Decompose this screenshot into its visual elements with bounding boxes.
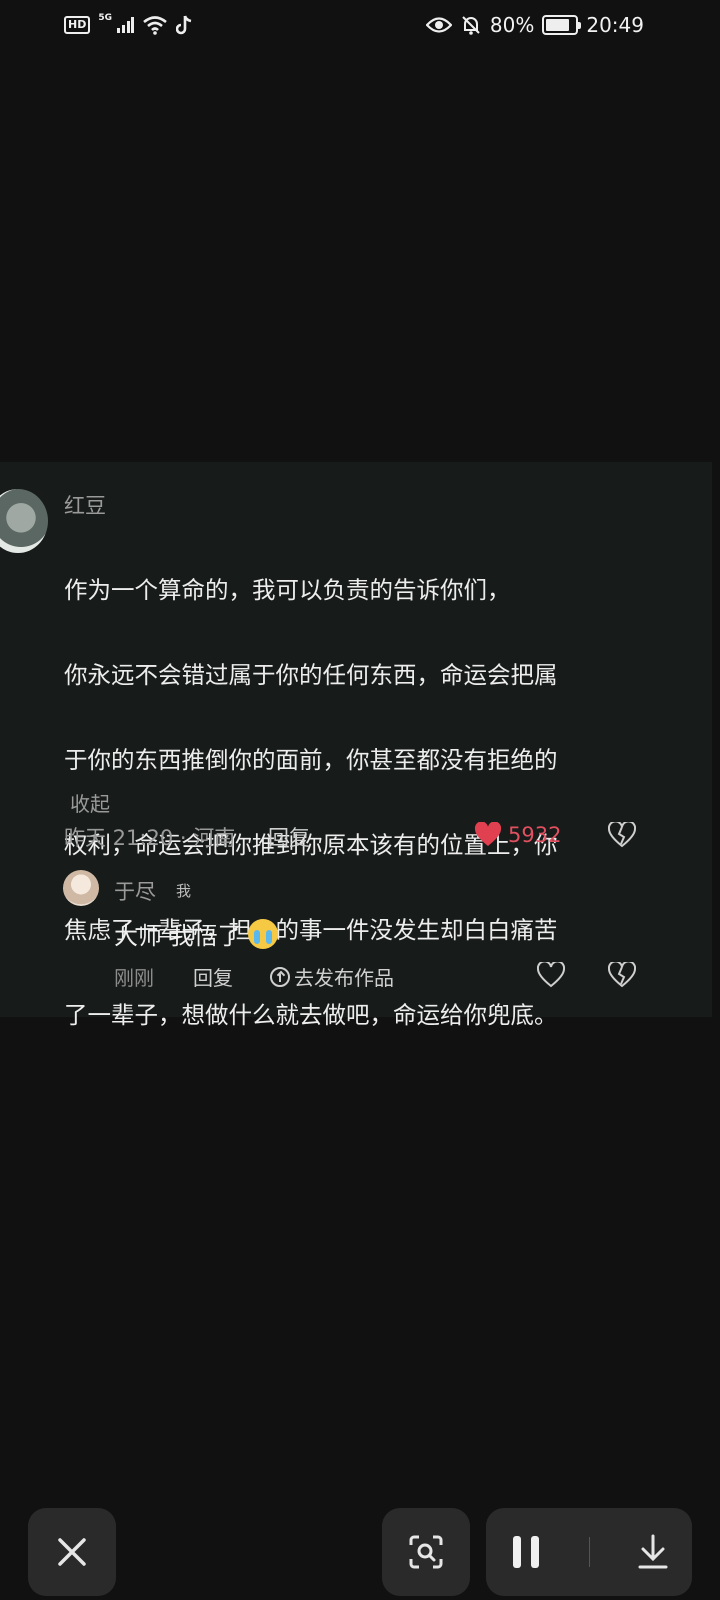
- clock: 20:49: [586, 13, 644, 37]
- broken-heart-icon[interactable]: [608, 962, 636, 988]
- publish-label: 去发布作品: [294, 966, 394, 990]
- scan-icon: [409, 1535, 443, 1569]
- battery-icon: [542, 15, 582, 35]
- comment-author[interactable]: 红豆: [64, 490, 106, 520]
- download-icon[interactable]: [637, 1534, 669, 1570]
- collapse-button[interactable]: 收起: [70, 788, 110, 817]
- mute-bell-icon: [462, 16, 480, 35]
- reply-author[interactable]: 于尽: [114, 876, 156, 906]
- comment-line: 于你的东西推倒你的面前，你甚至都没有拒绝的: [64, 745, 558, 774]
- publish-work-button[interactable]: 去发布作品: [270, 962, 394, 991]
- status-right: 80% 20:49: [425, 13, 644, 37]
- close-button[interactable]: [28, 1508, 116, 1596]
- status-left: HD 5G: [64, 13, 194, 36]
- pause-icon[interactable]: [510, 1534, 542, 1570]
- reply-reply-button[interactable]: 回复: [193, 962, 233, 991]
- wifi-icon: [143, 16, 167, 35]
- reply-text: 大师 我悟了: [114, 916, 278, 951]
- reply-time: 刚刚: [114, 966, 154, 990]
- status-bar: HD 5G 80% 20:49: [0, 0, 720, 50]
- crying-face-icon: [247, 918, 278, 949]
- comment-line: 作为一个算命的，我可以负责的告诉你们，: [64, 575, 511, 604]
- reply-text-body: 大师 我悟了: [114, 922, 242, 950]
- like-count: 5932: [508, 823, 562, 847]
- self-tag: 我: [176, 882, 192, 900]
- divider: [588, 1537, 590, 1567]
- media-controls: [486, 1508, 692, 1596]
- like-button[interactable]: 5932: [474, 822, 561, 848]
- network-type: 5G: [98, 13, 112, 23]
- battery-percent: 80%: [489, 13, 535, 37]
- reply-avatar[interactable]: [63, 870, 99, 906]
- comment-text: 作为一个算命的，我可以负责的告诉你们， 你永远不会错过属于你的任何东西，命运会把…: [64, 526, 634, 1079]
- scan-button[interactable]: [382, 1508, 470, 1596]
- avatar[interactable]: [0, 489, 48, 553]
- comment-line: 了一辈子，想做什么就去做吧，命运给你兜底。: [64, 1000, 558, 1029]
- close-icon: [58, 1538, 86, 1566]
- upload-circle-icon: [270, 966, 290, 987]
- reply-button[interactable]: 回复: [268, 822, 310, 852]
- comment-meta: 昨天 21:20 · 河南: [64, 826, 236, 850]
- heart-outline-icon[interactable]: [537, 962, 565, 988]
- eye-icon: [425, 17, 452, 33]
- heart-filled-icon: [474, 822, 502, 846]
- signal-icon: [117, 17, 134, 33]
- hd-icon: HD: [64, 16, 91, 34]
- tiktok-icon: [176, 15, 192, 35]
- broken-heart-icon[interactable]: [608, 822, 636, 848]
- comment-line: 你永远不会错过属于你的任何东西，命运会把属: [64, 660, 558, 689]
- comment-card: 红豆 作为一个算命的，我可以负责的告诉你们， 你永远不会错过属于你的任何东西，命…: [0, 462, 712, 1029]
- battery-level: [546, 19, 569, 31]
